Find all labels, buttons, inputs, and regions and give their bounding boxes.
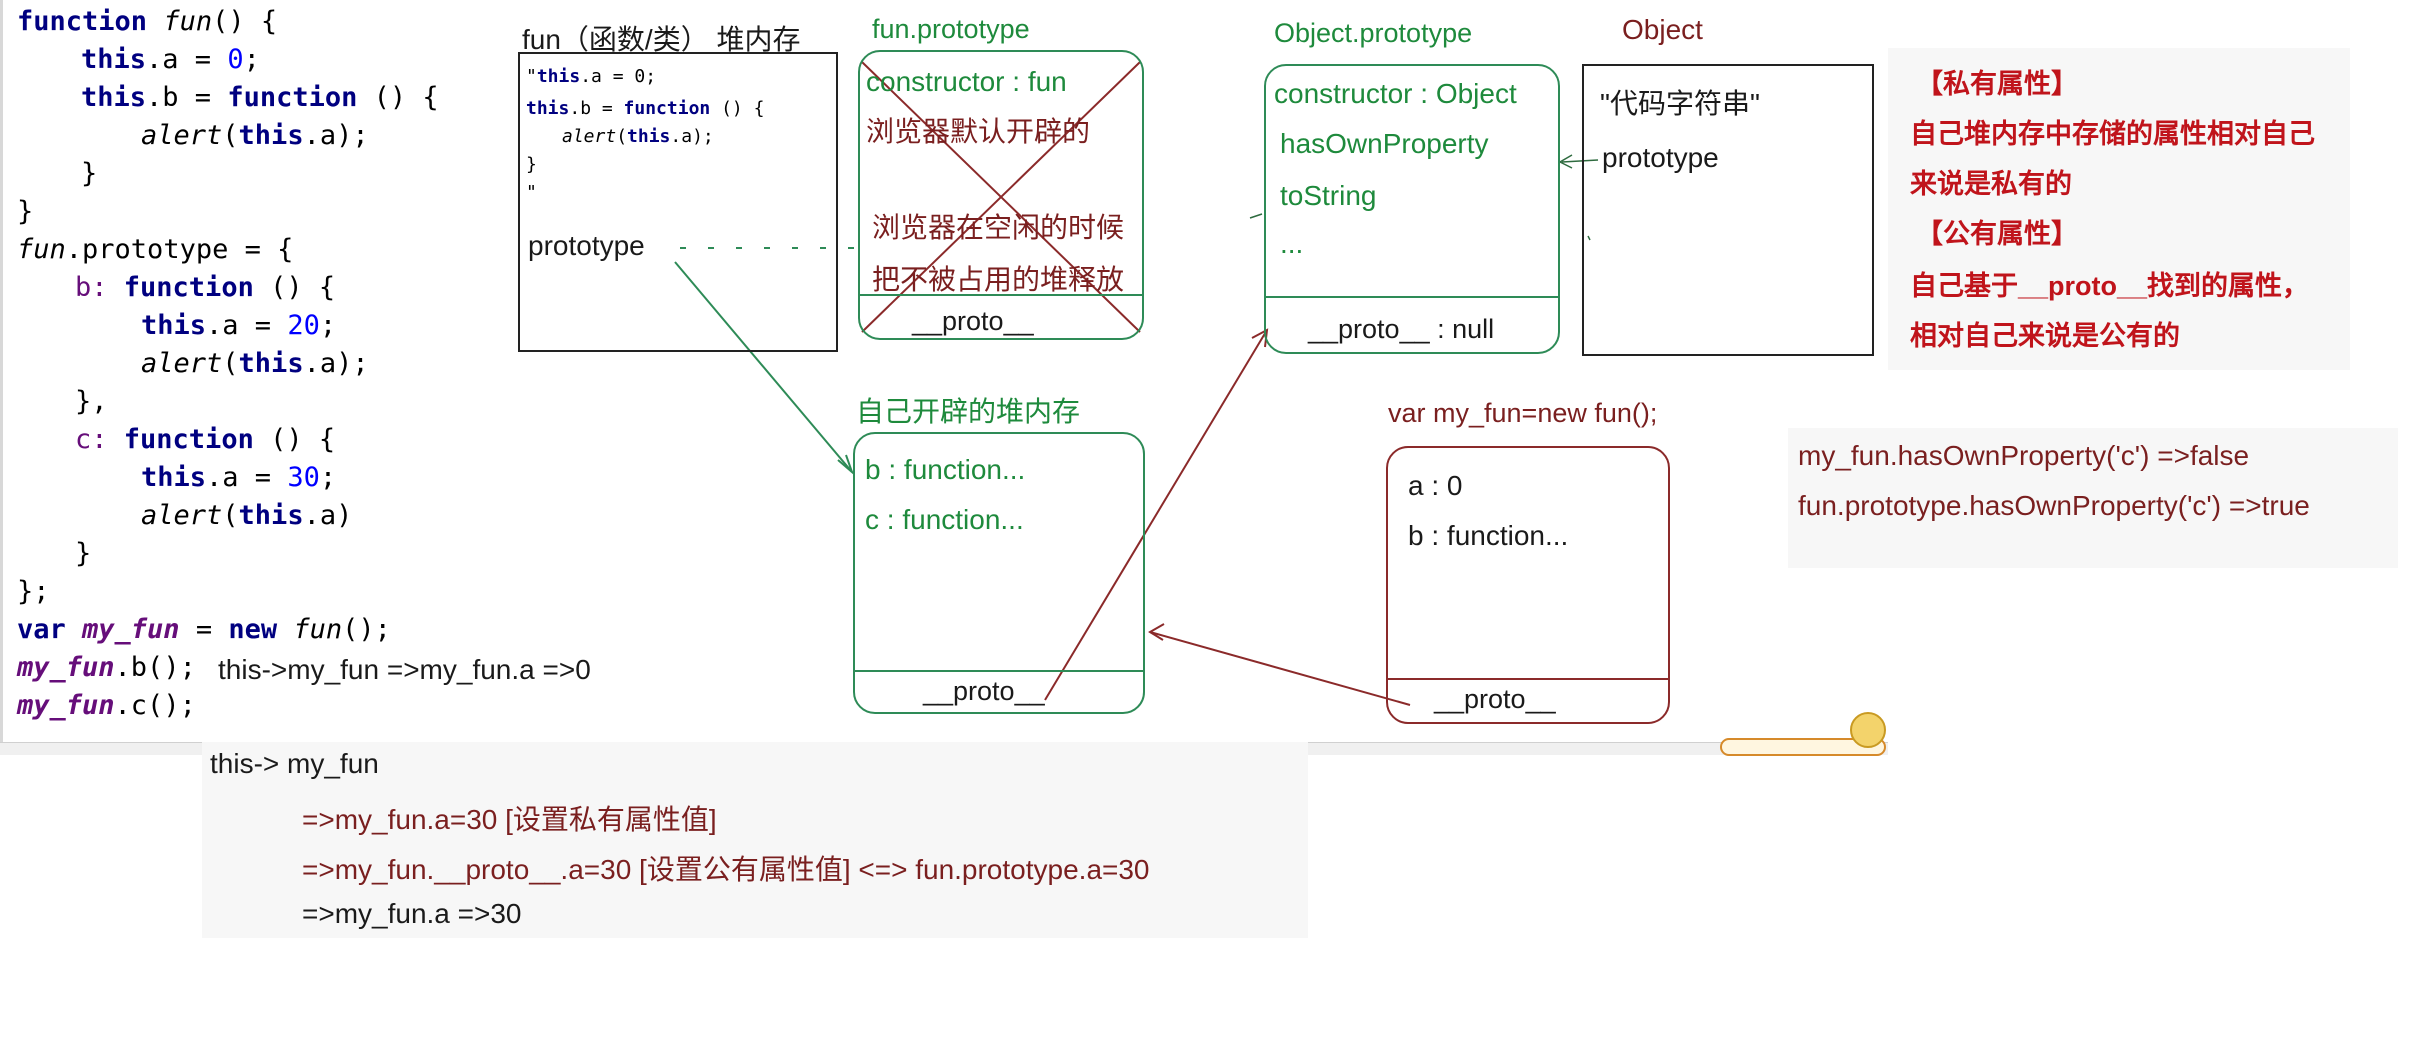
fun-prototype-note: 浏览器在空闲的时候 xyxy=(872,212,1125,243)
explanation-line: =>my_fun.__proto__.a=30 [设置公有属性值] <=> fu… xyxy=(302,854,1150,885)
private-text: 来说是私有的 xyxy=(1910,169,2072,199)
code-token: ( xyxy=(616,126,628,147)
private-title: 【私有属性】 xyxy=(1916,69,2078,99)
fun-prototype-note: 浏览器默认开辟的 xyxy=(866,116,1091,147)
explanation-panel: this-> my_fun =>my_fun.a=30 [设置私有属性值] =>… xyxy=(202,742,1308,938)
divider xyxy=(860,294,1142,296)
notes-panel: 【私有属性】 自己堆内存中存储的属性相对自己 来说是私有的 【公有属性】 自己基… xyxy=(1888,48,2350,370)
has-own-panel: my_fun.hasOwnProperty('c') =>false fun.p… xyxy=(1788,428,2398,568)
instance-item: b : function... xyxy=(1408,520,1569,551)
fun-heap-code-line: "this.a = 0; xyxy=(526,66,656,87)
code-token: alert xyxy=(562,126,617,147)
instance-item: a : 0 xyxy=(1408,470,1463,501)
object-title: Object xyxy=(1622,14,1703,45)
explanation-line: =>my_fun.a =>30 xyxy=(302,898,522,929)
instance-proto: __proto__ xyxy=(1434,684,1556,714)
object-prototype-label: prototype xyxy=(1602,142,1719,173)
object-prototype-title: Object.prototype xyxy=(1274,18,1473,48)
private-text: 自己堆内存中存储的属性相对自己 xyxy=(1910,119,2315,149)
object-prototype-item: toString xyxy=(1280,180,1377,211)
object-prototype-item: ... xyxy=(1280,228,1304,259)
explanation-line: this-> my_fun xyxy=(210,748,379,779)
code-token: " xyxy=(526,182,537,203)
object-code-string: "代码字符串" xyxy=(1600,88,1760,119)
public-title: 【公有属性】 xyxy=(1916,219,2078,249)
code-token: this xyxy=(526,98,570,119)
fun-prototype-note: 把不被占用的堆释放 xyxy=(872,264,1125,295)
explanation-line: =>my_fun.a=30 [设置私有属性值] xyxy=(302,804,717,835)
code-token: this xyxy=(536,66,581,87)
code-token: function xyxy=(623,98,711,119)
fun-prototype-box: constructor : fun 浏览器默认开辟的 浏览器在空闲的时候 把不被… xyxy=(858,50,1144,340)
object-prototype-item: constructor : Object xyxy=(1274,78,1517,109)
fun-heap-box: "this.a = 0; this.b = function () { aler… xyxy=(518,52,838,352)
fun-prototype-proto: __proto__ xyxy=(912,306,1034,336)
fun-heap-code-line: this.b = function () { xyxy=(526,98,764,119)
fun-heap-code-line: " xyxy=(526,182,537,203)
instance-box: a : 0 b : function... __proto__ xyxy=(1386,446,1670,724)
has-own-line: my_fun.hasOwnProperty('c') =>false xyxy=(1798,440,2250,471)
divider xyxy=(1388,678,1668,680)
code-token: " xyxy=(526,66,537,87)
fun-heap-code-line: } xyxy=(526,154,537,175)
code-token: .a = 0; xyxy=(580,66,657,87)
code-token: () { xyxy=(710,98,765,119)
object-prototype-proto: __proto__ : null xyxy=(1308,314,1495,344)
has-own-line: fun.prototype.hasOwnProperty('c') =>true xyxy=(1798,490,2310,521)
self-heap-item: c : function... xyxy=(865,504,1024,535)
fun-heap-prototype-label: prototype xyxy=(528,230,645,261)
public-text: 自己基于__proto__找到的属性， xyxy=(1910,271,2310,301)
self-heap-title: 自己开辟的堆内存 xyxy=(856,396,1081,427)
fun-prototype-constructor: constructor : fun xyxy=(866,66,1067,97)
code-token: .a); xyxy=(670,126,714,147)
object-box: "代码字符串" prototype xyxy=(1582,64,1874,356)
instance-title: var my_fun=new fun(); xyxy=(1388,398,1658,428)
divider xyxy=(855,670,1143,672)
tick-mark xyxy=(1249,213,1263,219)
arrow-instance-to-heap xyxy=(1149,631,1411,706)
fun-heap-code-line: alert(this.a); xyxy=(562,126,714,147)
self-heap-proto: __proto__ xyxy=(923,676,1045,706)
mascot-icon xyxy=(1850,712,1886,748)
fun-prototype-title: fun.prototype xyxy=(872,14,1030,44)
code-token: this xyxy=(627,126,671,147)
object-prototype-box: constructor : Object hasOwnProperty toSt… xyxy=(1264,64,1560,354)
divider xyxy=(1266,296,1558,298)
code-token: } xyxy=(526,154,537,175)
self-heap-item: b : function... xyxy=(865,454,1026,485)
object-prototype-item: hasOwnProperty xyxy=(1280,128,1489,159)
self-heap-box: b : function... c : function... __proto_… xyxy=(853,432,1145,714)
public-text: 相对自己来说是公有的 xyxy=(1910,321,2180,351)
code-token: .b = xyxy=(569,98,624,119)
